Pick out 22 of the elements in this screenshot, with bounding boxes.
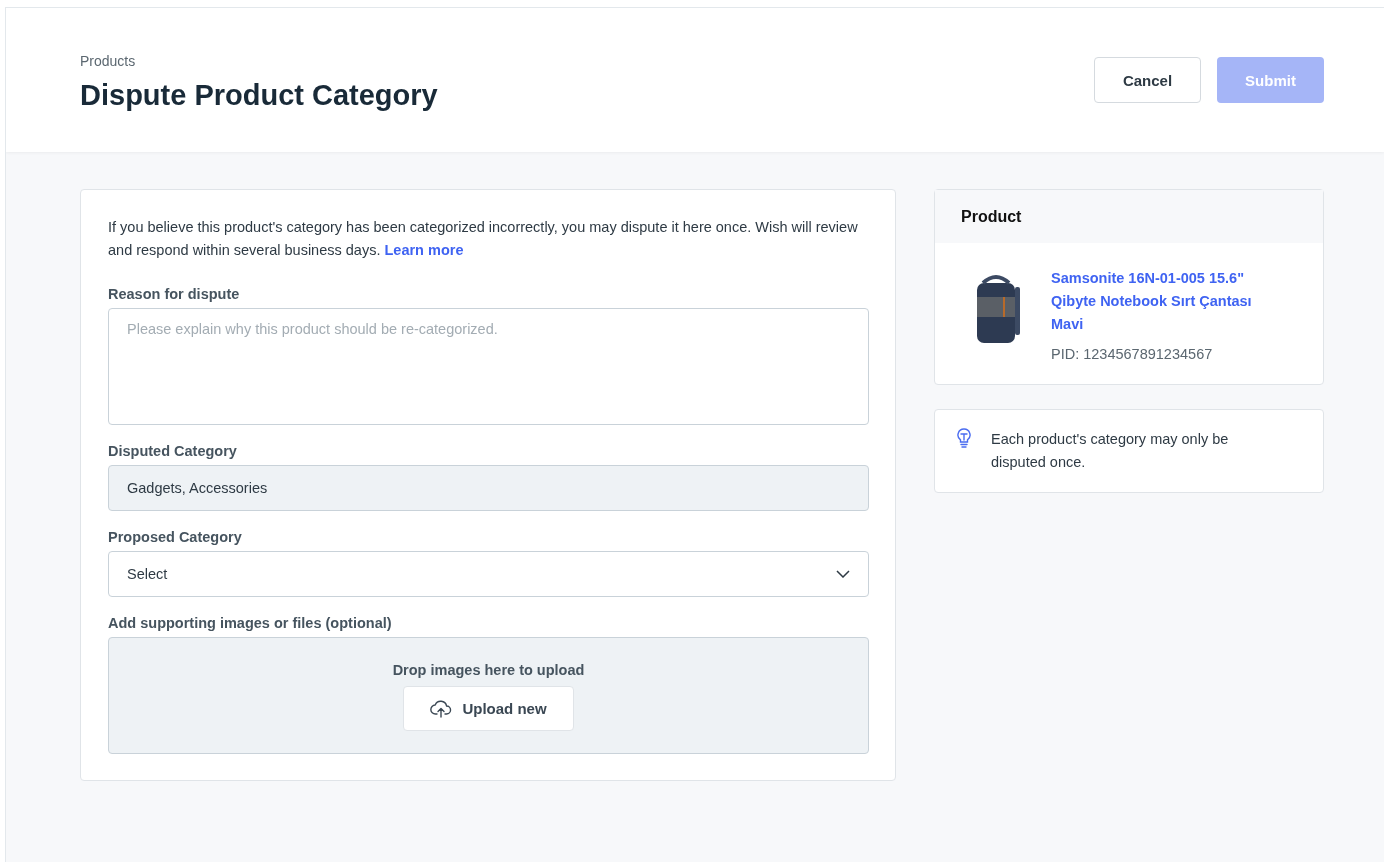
lightbulb-icon (957, 428, 971, 448)
upload-button[interactable]: Upload new (403, 686, 574, 731)
dropzone-hint: Drop images here to upload (392, 662, 585, 678)
intro-text: If you believe this product's category has been categorized incorrectly, you may dispute it here once. Wish will review and respond within several business days. Learn more (108, 218, 859, 260)
product-link[interactable]: Samsonite 16N-01-005 15.6" Qibyte Notebook Sırt Çantası Mavi (1051, 267, 1271, 336)
field-label: Reason for dispute (108, 286, 241, 302)
reason-textarea[interactable]: Please explain why this product should be re-categorized. (108, 308, 869, 425)
product-id: PID: 1234567891234567 (1051, 346, 1214, 362)
category-dropdown[interactable]: Select (108, 551, 869, 597)
upload-dropzone[interactable]: Drop images here to upload Upload new (108, 637, 869, 754)
cloud-upload-icon (430, 699, 453, 718)
field-label: Proposed Category (108, 529, 243, 545)
breadcrumb-link[interactable]: Products (80, 52, 438, 69)
field-label: Disputed Category (108, 443, 238, 459)
chevron-down-icon (836, 570, 850, 578)
card-title: Product (961, 207, 1022, 226)
dropdown-value: Select (127, 566, 168, 582)
tip-text: Each product's category may only be disputed once. (991, 430, 1230, 472)
learn-more-link[interactable]: Learn more (384, 242, 464, 258)
field-label: Add supporting images or files (optional) (108, 615, 393, 631)
page-title: Dispute Product Category (80, 78, 438, 112)
cancel-button[interactable]: Cancel (1094, 57, 1201, 103)
